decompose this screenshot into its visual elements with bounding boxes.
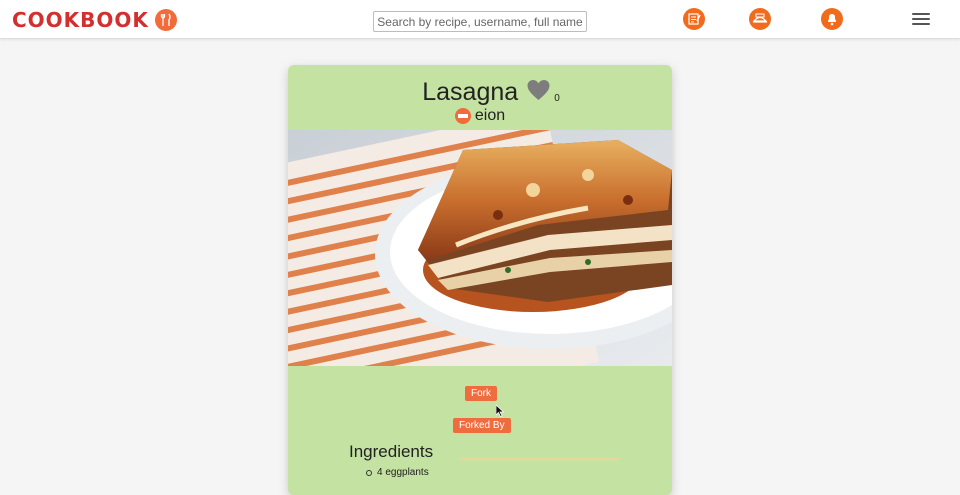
recipe-photo [288,130,672,366]
menu-icon[interactable] [912,13,930,25]
brand-logo[interactable]: COOKBOOK [12,8,177,32]
recipe-title: Lasagna [422,78,519,106]
author-row[interactable]: eion [288,106,672,126]
brand-name[interactable]: COOKBOOK [12,8,149,32]
author-name[interactable]: eion [475,107,505,125]
menu-bar [912,13,930,15]
fork-button[interactable]: Fork [465,386,497,401]
menu-bar [912,23,930,25]
ingredients-heading: Ingredients [349,442,434,461]
search-input[interactable] [373,11,587,32]
new-recipe-icon[interactable] [683,8,705,30]
divider [459,458,619,460]
feed-icon[interactable] [749,8,771,30]
avatar [454,108,471,124]
bullet-icon [366,469,372,476]
ingredient-text: 4 eggplants [377,467,429,478]
title-row: Lasagna 0 [288,77,672,107]
like-count: 0 [554,93,560,104]
menu-bar [912,18,930,20]
fork-knife-icon [154,9,177,31]
mouse-cursor-icon [495,404,505,422]
navbar: COOKBOOK [0,0,960,39]
recipe-card: Lasagna 0 eion Fork Forked By Ingredient… [288,65,672,495]
notifications-icon[interactable] [821,8,843,30]
list-item: 4 eggplants [366,467,429,478]
heart-icon[interactable] [526,79,551,106]
